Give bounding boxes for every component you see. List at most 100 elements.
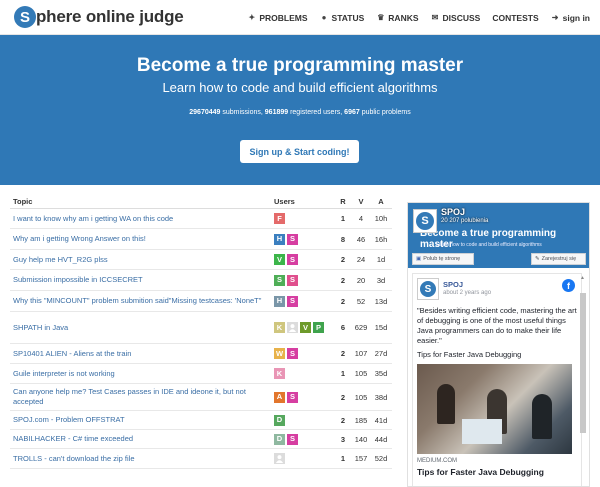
user-avatar[interactable]: P <box>313 322 324 333</box>
user-placeholder-avatar[interactable] <box>287 322 298 333</box>
topic-link[interactable]: SP10401 ALIEN - Aliens at the train <box>10 349 274 359</box>
view-count: 629 <box>354 323 368 332</box>
nav-item-problems[interactable]: ✦ PROBLEMS <box>247 12 308 23</box>
topic-link[interactable]: Why this "MINCOUNT" problem submition sa… <box>10 296 274 306</box>
fb-page-name[interactable]: SPOJ <box>441 207 465 217</box>
post-time[interactable]: about 2 years ago <box>443 290 491 296</box>
fb-cover[interactable]: Become a true programming master Learn h… <box>408 203 589 268</box>
table-row: Guy help me HVT_R2G plss V S 2 24 1d <box>10 250 392 270</box>
user-avatar[interactable]: V <box>274 254 285 265</box>
user-avatar[interactable]: H <box>274 233 285 245</box>
user-avatars: K VP <box>274 322 334 333</box>
hero-title: Become a true programming master <box>136 55 464 76</box>
topic-age: 52d <box>374 454 388 463</box>
fb-like-icon: ▣ <box>416 256 422 262</box>
table-row: SP10401 ALIEN - Aliens at the train W S 2 10… <box>10 344 392 364</box>
user-avatar[interactable]: A <box>274 391 285 403</box>
table-row: Why am i getting Wrong Answer on this! H S… <box>10 229 392 250</box>
site-stats: 29670449 submissions, 961899 registered … <box>0 109 600 116</box>
image-person <box>437 384 455 424</box>
nav-item-ranks[interactable]: ♛ RANKS <box>376 13 418 23</box>
user-avatar[interactable]: K <box>274 322 285 333</box>
post-author-logo[interactable]: S <box>417 278 439 300</box>
user-avatar[interactable]: S <box>287 295 298 307</box>
reply-count: 2 <box>340 392 346 402</box>
topic-age: 44d <box>374 434 388 444</box>
nav-item-contests[interactable]: CONTESTS <box>492 13 538 23</box>
nav-label: PROBLEMS <box>259 12 308 23</box>
problems-count: 6967 <box>344 109 360 116</box>
user-avatar[interactable]: V <box>300 322 311 333</box>
nav-label: STATUS <box>331 12 365 23</box>
user-avatar[interactable]: F <box>274 213 285 224</box>
user-avatar[interactable]: S <box>287 348 298 359</box>
topic-link[interactable]: TROLLS - can't download the zip file <box>10 454 274 464</box>
scroll-up-arrow[interactable]: ▲ <box>580 275 586 281</box>
topic-link[interactable]: SPOJ.com - Problem OFFSTRAT <box>10 415 274 425</box>
pencil-icon: ✎ <box>535 256 540 262</box>
topic-link[interactable]: Submission impossible in ICCSECRET <box>10 275 274 285</box>
reply-count: 6 <box>340 323 346 332</box>
topic-link[interactable]: I want to know why am i getting WA on th… <box>10 214 274 224</box>
user-placeholder-avatar[interactable] <box>274 453 285 464</box>
scroll-thumb[interactable] <box>580 293 586 433</box>
fb-register-label: Zarejestruj się <box>541 256 577 262</box>
table-row: Guile interpreter is not working K 1 105 35d <box>10 364 392 384</box>
user-avatar[interactable]: W <box>274 348 285 359</box>
user-avatars <box>274 453 334 464</box>
header-views: V <box>358 197 364 206</box>
topic-link[interactable]: Guy help me HVT_R2G plss <box>10 255 274 265</box>
reply-count: 1 <box>340 454 346 463</box>
table-body: I want to know why am i getting WA on th… <box>10 209 392 469</box>
fb-likes: 20 207 polubienia <box>441 218 489 224</box>
user-avatar[interactable]: S <box>287 274 298 286</box>
topic-age: 35d <box>374 369 388 378</box>
user-avatar[interactable]: S <box>274 274 285 286</box>
table-row: SHPATH in Java K V P 6 629 15d <box>10 312 392 344</box>
user-avatar[interactable]: K <box>274 368 285 379</box>
header-age: A <box>378 197 384 206</box>
image-person <box>532 394 552 439</box>
user-avatars: K <box>274 368 334 379</box>
nav-label: CONTESTS <box>492 12 539 23</box>
topic-link[interactable]: SHPATH in Java <box>10 323 274 333</box>
topic-link[interactable]: Can anyone help me? Test Cases passes in… <box>10 387 274 407</box>
topic-link[interactable]: Guile interpreter is not working <box>10 369 274 379</box>
topic-age: 27d <box>374 349 388 358</box>
user-avatars: SS <box>274 274 334 286</box>
table-row: Why this "MINCOUNT" problem submition sa… <box>10 291 392 312</box>
post-text: "Besides writing efficient code, masteri… <box>417 306 577 345</box>
submissions-count: 29670449 <box>189 109 221 116</box>
post-author[interactable]: SPOJ <box>443 280 463 289</box>
nav-item-status[interactable]: ● STATUS <box>320 13 365 23</box>
hero-subtitle: Learn how to code and build efficient al… <box>162 80 438 95</box>
site-logo[interactable]: S phere online judge <box>14 6 184 28</box>
fb-scrollbar[interactable]: ▲ <box>579 273 587 486</box>
post-image[interactable] <box>417 364 572 454</box>
user-avatar[interactable]: S <box>287 254 298 265</box>
header-users: Users <box>274 197 295 206</box>
user-avatar[interactable]: D <box>274 414 285 426</box>
user-avatar[interactable]: D <box>274 433 285 445</box>
user-avatars: AS <box>274 391 334 403</box>
user-avatar[interactable]: S <box>287 433 298 445</box>
user-avatar[interactable]: S <box>287 391 298 403</box>
sign-in-icon: ➜ <box>551 13 559 22</box>
fb-post: S SPOJ about 2 years ago f "Besides writ… <box>412 273 582 486</box>
nav-item-sign-in[interactable]: ➜ sign in <box>551 13 590 23</box>
fb-page-logo[interactable]: S <box>413 209 437 233</box>
user-avatar[interactable]: S <box>287 233 298 245</box>
user-avatar[interactable]: H <box>274 295 285 307</box>
nav-item-discuss[interactable]: ✉ DISCUSS <box>431 13 481 23</box>
topic-link[interactable]: NABILHACKER - C# time exceeded <box>10 434 274 444</box>
fb-like-button[interactable]: ▣ Polub tę stronę <box>412 253 474 265</box>
signup-button[interactable]: Sign up & Start coding! <box>240 140 359 163</box>
fb-register-button[interactable]: ✎ Zarejestruj się <box>531 253 586 265</box>
post-link-title[interactable]: Tips for Faster Java Debugging <box>417 467 544 477</box>
logo-badge: S <box>14 6 36 28</box>
topic-link[interactable]: Why am i getting Wrong Answer on this! <box>10 234 274 244</box>
users-count: 961899 <box>264 109 289 116</box>
topic-age: 41d <box>374 415 388 425</box>
facebook-icon[interactable]: f <box>562 279 575 292</box>
view-count: 140 <box>354 434 368 444</box>
